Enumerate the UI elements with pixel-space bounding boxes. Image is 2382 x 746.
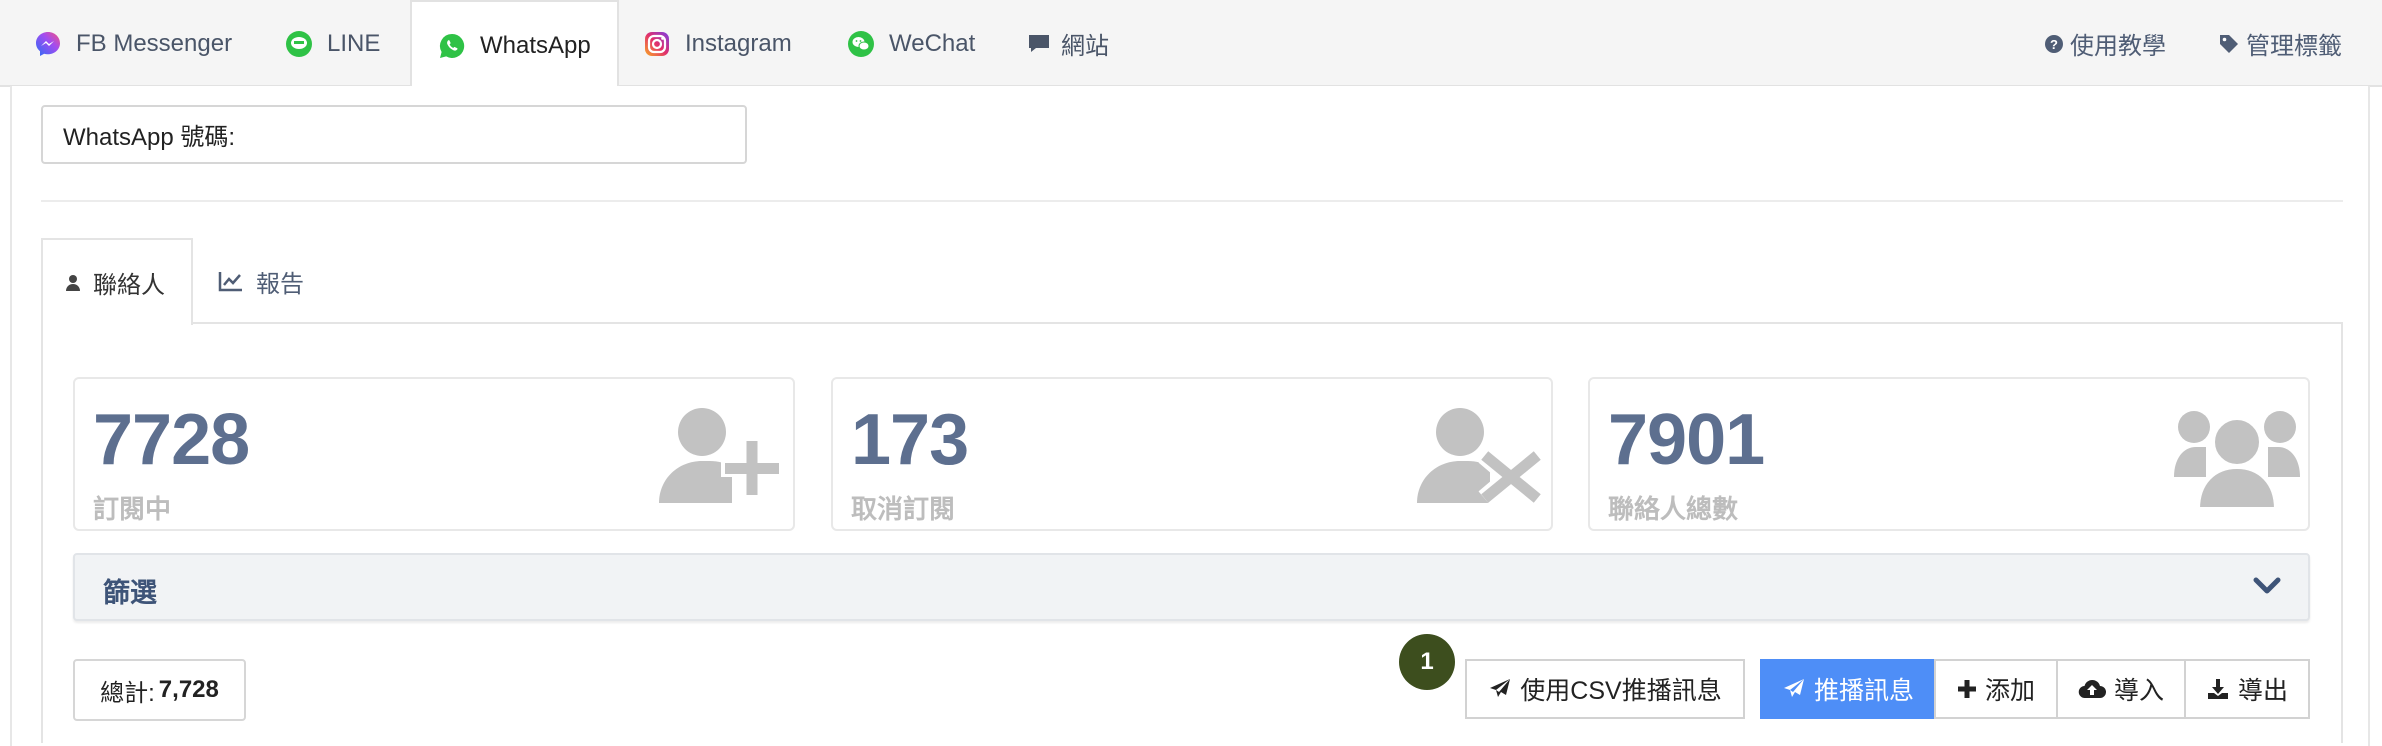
tab-label: LINE <box>327 29 381 57</box>
tab-contacts-label: 聯絡人 <box>93 272 165 299</box>
svg-text:?: ? <box>2050 37 2058 52</box>
line-chart-icon <box>218 270 244 292</box>
channel-tab-bar: FB Messenger LINE WhatsApp Instagram WeC… <box>0 0 2382 89</box>
import-button[interactable]: 導入 <box>2056 659 2186 719</box>
tab-line[interactable]: LINE <box>285 0 380 87</box>
divider <box>41 200 2343 202</box>
tab-wechat[interactable]: WeChat <box>847 0 975 87</box>
tab-fb-messenger[interactable]: FB Messenger <box>34 0 232 87</box>
tab-label: WeChat <box>889 29 976 57</box>
filter-title: 篩選 <box>103 578 157 608</box>
instagram-icon <box>643 30 671 58</box>
user-icon <box>65 274 81 292</box>
chat-bubble-icon <box>1025 30 1053 58</box>
export-button[interactable]: 導出 <box>2184 659 2310 719</box>
wechat-icon <box>847 30 875 58</box>
tab-contacts[interactable]: 聯絡人 <box>41 238 193 325</box>
stat-label: 訂閱中 <box>93 494 172 524</box>
step-badge: 1 <box>1399 634 1455 690</box>
add-button[interactable]: 添加 <box>1934 659 2058 719</box>
manage-tags-link[interactable]: 管理標籤 <box>2218 0 2342 87</box>
stat-label: 聯絡人總數 <box>1608 494 1739 524</box>
total-value: 7,728 <box>158 676 219 703</box>
stat-label: 取消訂閱 <box>851 494 956 524</box>
csv-broadcast-button[interactable]: 使用CSV推播訊息 <box>1465 659 1745 719</box>
add-label: 添加 <box>1984 677 2035 705</box>
whatsapp-number-field[interactable]: WhatsApp 號碼: <box>41 105 747 164</box>
tab-report-label: 報告 <box>256 270 304 298</box>
stat-unsubscribed: 173 取消訂閱 <box>831 377 1553 531</box>
tab-label: Instagram <box>685 29 792 57</box>
user-plus-icon <box>657 405 787 510</box>
tag-icon <box>2218 33 2240 55</box>
stat-subscribed: 7728 訂閱中 <box>73 377 795 531</box>
whatsapp-icon <box>438 32 466 60</box>
csv-broadcast-label: 使用CSV推播訊息 <box>1520 677 1722 705</box>
whatsapp-number-label: WhatsApp 號碼: <box>63 124 236 151</box>
import-label: 導入 <box>2113 677 2164 705</box>
tab-instagram[interactable]: Instagram <box>643 0 792 87</box>
stat-value: 7901 <box>1608 400 1765 480</box>
export-label: 導出 <box>2237 677 2288 705</box>
tab-whatsapp[interactable]: WhatsApp <box>410 0 619 89</box>
messenger-icon <box>34 30 62 58</box>
filter-panel-toggle[interactable]: 篩選 <box>73 553 2310 621</box>
chevron-down-icon <box>2252 575 2282 602</box>
total-count: 總計: 7,728 <box>73 659 246 721</box>
paper-plane-icon <box>1782 677 1806 701</box>
manage-tags-label: 管理標籤 <box>2246 33 2342 60</box>
paper-plane-icon <box>1488 677 1512 701</box>
broadcast-button[interactable]: 推播訊息 <box>1760 659 1936 719</box>
cloud-upload-icon <box>2078 678 2106 700</box>
broadcast-label: 推播訊息 <box>1813 677 1914 705</box>
plus-icon <box>1957 679 1977 699</box>
stat-value: 7728 <box>93 400 250 480</box>
stat-value: 173 <box>851 400 969 480</box>
tab-label: WhatsApp <box>480 31 591 59</box>
user-times-icon <box>1415 405 1545 510</box>
tutorial-label: 使用教學 <box>2070 33 2166 60</box>
tab-label: 網站 <box>1061 33 1109 60</box>
question-circle-icon: ? <box>2044 34 2064 54</box>
tutorial-link[interactable]: ? 使用教學 <box>2044 0 2166 87</box>
download-icon <box>2206 677 2230 701</box>
tab-website[interactable]: 網站 <box>1025 0 1109 87</box>
total-label: 總計: <box>100 679 155 707</box>
users-icon <box>2172 405 2302 514</box>
line-icon <box>285 30 313 58</box>
tab-label: FB Messenger <box>76 29 233 57</box>
stat-total-contacts: 7901 聯絡人總數 <box>1588 377 2310 531</box>
tab-report[interactable]: 報告 <box>218 238 304 324</box>
